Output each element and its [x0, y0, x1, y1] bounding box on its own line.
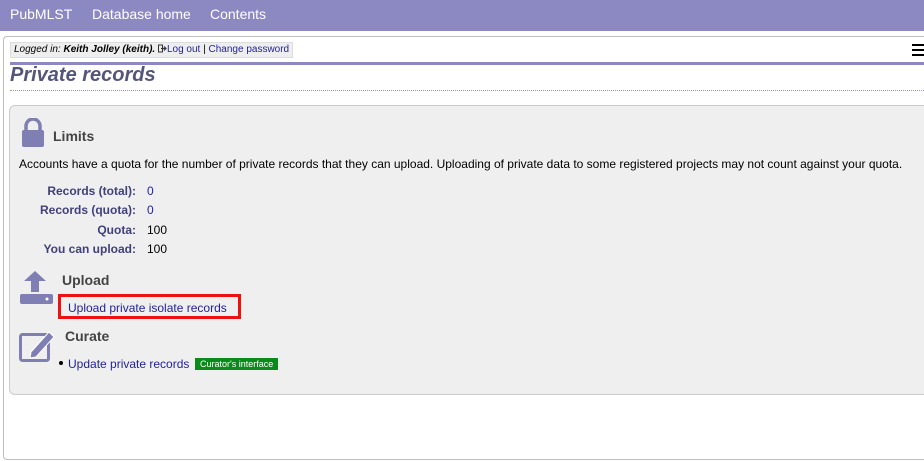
records-quota-value[interactable]: 0: [147, 203, 154, 217]
page-title: Private records: [10, 64, 156, 86]
records-quota-label: Records (quota):: [40, 203, 136, 217]
top-nav-bar: PubMLST Database home Contents: [0, 0, 924, 31]
upload-private-records-link[interactable]: Upload private isolate records: [68, 301, 227, 315]
hamburger-menu-icon[interactable]: [912, 44, 924, 56]
records-total-label: Records (total):: [47, 184, 136, 198]
update-private-records-link[interactable]: Update private records: [68, 357, 189, 371]
curator-interface-badge: Curator's interface: [195, 358, 279, 370]
limits-description: Accounts have a quota for the number of …: [19, 157, 903, 171]
login-user: Keith Jolley (keith).: [63, 44, 156, 55]
lock-icon: [22, 118, 44, 147]
limits-heading: Limits: [53, 128, 95, 144]
nav-database-home[interactable]: Database home: [92, 6, 191, 22]
curate-heading: Curate: [65, 328, 110, 344]
quota-value: 100: [147, 223, 168, 237]
login-separator: |: [203, 44, 206, 55]
login-status-bar: Logged in: Keith Jolley (keith). Log out…: [10, 42, 294, 58]
change-password-link[interactable]: Change password: [209, 44, 290, 55]
records-total-value[interactable]: 0: [147, 184, 154, 198]
logout-icon: [157, 44, 167, 53]
upload-icon: [20, 271, 53, 304]
logout-link[interactable]: Log out: [167, 44, 200, 55]
quota-label: Quota:: [97, 223, 136, 237]
edit-icon: [19, 331, 55, 362]
login-prefix: Logged in:: [14, 44, 61, 55]
can-upload-label: You can upload:: [43, 242, 136, 256]
nav-pubmlst[interactable]: PubMLST: [10, 6, 72, 22]
nav-contents[interactable]: Contents: [210, 6, 266, 22]
can-upload-value: 100: [147, 242, 168, 256]
upload-heading: Upload: [62, 272, 110, 288]
title-divider: [10, 90, 924, 91]
list-bullet: [59, 361, 63, 365]
